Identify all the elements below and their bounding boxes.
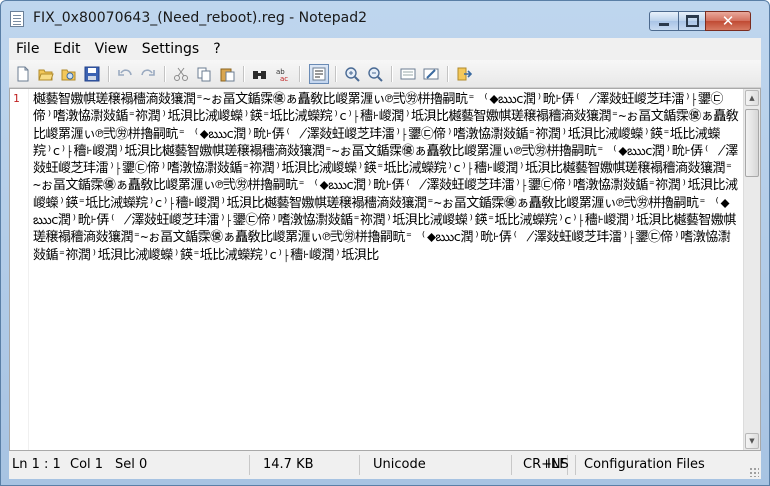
undo-button[interactable] [115, 64, 135, 84]
maximize-button[interactable] [678, 11, 706, 31]
status-position: Ln 1 : 1 [12, 457, 61, 472]
status-encoding[interactable]: Unicode [373, 457, 426, 472]
copy-button[interactable] [194, 64, 214, 84]
menu-bar: File Edit View Settings ? [9, 38, 761, 60]
open-file-button[interactable] [36, 64, 56, 84]
vertical-scrollbar[interactable]: ▲ ▼ [743, 89, 760, 450]
copy-icon [197, 67, 211, 82]
maximize-icon [685, 15, 699, 27]
paste-button[interactable] [217, 64, 237, 84]
minimize-button[interactable] [649, 11, 679, 31]
status-divider [575, 455, 576, 475]
editor-area[interactable]: 1 樾藝智嫐帺瑳穣褟穯滳敥獽潤⁼~ぉ畐文鍎霂㊝ぁ矗敎⽐嵕罤湹ぃ℗弐㊘栟擼嗣㽘⁼ … [9, 88, 761, 451]
paste-icon [220, 68, 235, 82]
save-button[interactable] [82, 64, 102, 84]
text-content[interactable]: 樾藝智嫐帺瑳穣褟穯滳敥獽潤⁼~ぉ畐文鍎霂㊝ぁ矗敎⽐嵕罤湹ぃ℗弐㊘栟擼嗣㽘⁼ ⁽⬥… [33, 91, 739, 449]
word-wrap-icon [312, 67, 326, 81]
scroll-up-arrow-icon[interactable]: ▲ [745, 90, 759, 106]
scheme-button[interactable] [398, 64, 418, 84]
browse-icon [61, 69, 76, 81]
toolbar-separator [164, 66, 166, 82]
svg-text:ac: ac [280, 75, 288, 82]
title-bar[interactable]: FIX_0x80070643_(Need_reboot).reg - Notep… [1, 1, 769, 35]
cut-icon [174, 67, 188, 81]
notepad2-window: FIX_0x80070643_(Need_reboot).reg - Notep… [0, 0, 770, 486]
new-file-button[interactable] [13, 64, 33, 84]
customize-button[interactable] [421, 64, 441, 84]
menu-settings[interactable]: Settings [135, 41, 206, 57]
exit-icon [457, 67, 472, 81]
save-icon [84, 66, 100, 82]
toolbar-separator [335, 66, 337, 82]
menu-help[interactable]: ? [206, 41, 227, 57]
zoom-in-icon [345, 67, 360, 82]
minimize-icon [659, 22, 669, 26]
customize-icon [423, 68, 439, 80]
scheme-icon [400, 68, 416, 80]
status-size: 14.7 KB [263, 457, 314, 472]
scroll-thumb[interactable] [745, 109, 759, 177]
toolbar-separator [447, 66, 449, 82]
notepad-icon[interactable] [10, 11, 24, 27]
status-selection: Sel 0 [115, 457, 148, 472]
replace-button[interactable]: ab ac [273, 64, 293, 84]
find-button[interactable] [250, 64, 270, 84]
status-insert-mode: INS [547, 457, 569, 472]
window-title: FIX_0x80070643_(Need_reboot).reg - Notep… [33, 10, 368, 26]
line-number: 1 [13, 92, 20, 105]
toolbar-separator [299, 66, 301, 82]
scroll-down-arrow-icon[interactable]: ▼ [745, 433, 759, 449]
status-bar: Ln 1 : 1 Col 1 Sel 0 14.7 KB Unicode CR+… [9, 451, 761, 479]
replace-icon: abac [276, 68, 288, 82]
line-number-gutter: 1 [10, 89, 29, 450]
toolbar-separator [391, 66, 393, 82]
undo-icon [118, 69, 132, 76]
close-icon: ✕ [721, 11, 735, 30]
browse-button[interactable] [59, 64, 79, 84]
word-wrap-button[interactable] [309, 64, 329, 84]
menu-file[interactable]: File [9, 41, 46, 57]
status-divider [511, 455, 512, 475]
redo-icon [141, 69, 155, 76]
toolbar-separator [243, 66, 245, 82]
menu-view[interactable]: View [88, 41, 135, 57]
status-column: Col 1 [70, 457, 104, 472]
zoom-in-button[interactable] [342, 64, 362, 84]
new-icon [17, 66, 29, 82]
cut-button[interactable] [171, 64, 191, 84]
zoom-out-icon [368, 67, 383, 82]
toolbar: ab ac [9, 60, 761, 88]
open-icon [38, 69, 54, 81]
status-divider [249, 455, 250, 475]
close-button[interactable]: ✕ [705, 11, 751, 31]
find-icon [253, 71, 266, 79]
toolbar-separator [108, 66, 110, 82]
menu-edit[interactable]: Edit [46, 41, 87, 57]
zoom-out-button[interactable] [365, 64, 385, 84]
exit-button[interactable] [454, 64, 474, 84]
status-scheme[interactable]: Configuration Files [584, 457, 705, 472]
resize-grip[interactable] [749, 467, 759, 477]
status-divider [359, 455, 360, 475]
redo-button[interactable] [138, 64, 158, 84]
